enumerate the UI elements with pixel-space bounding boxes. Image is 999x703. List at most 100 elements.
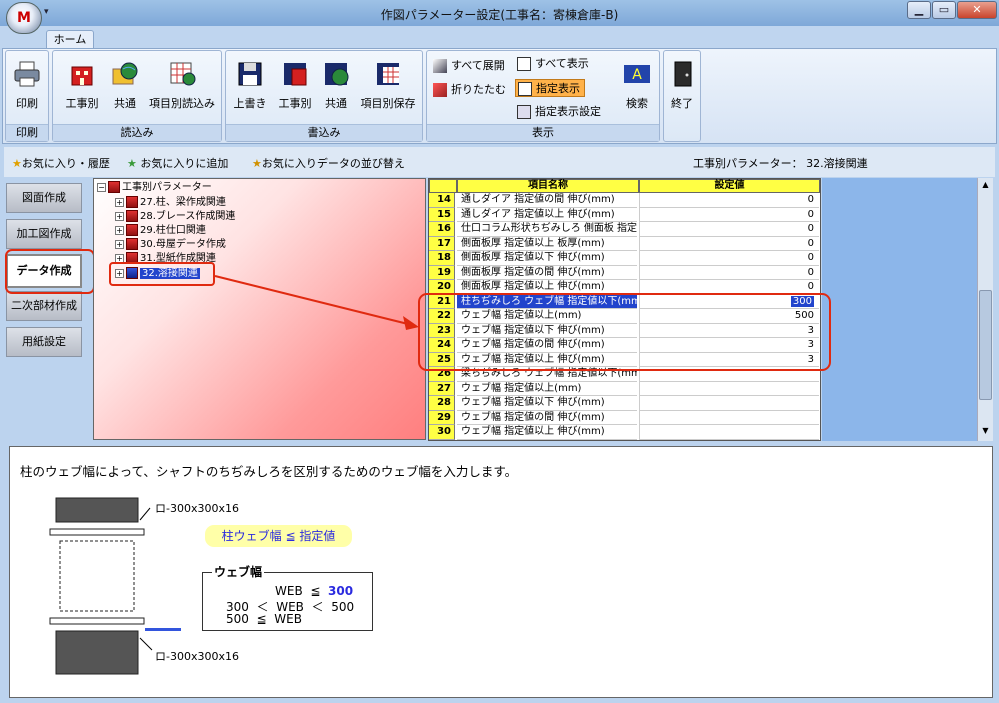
table-row[interactable]: 28 ウェブ幅 指定値以下 伸び(mm) <box>429 396 822 411</box>
grid-header-no <box>429 179 457 193</box>
favorites-sort-button[interactable]: ★お気に入りデータの並び替え <box>252 155 405 171</box>
web-label: WEB <box>275 584 303 598</box>
row-name: 通しダイア 指定値以上 伸び(mm) <box>457 208 637 222</box>
sidebar-item-fabrication[interactable]: 加工図作成 <box>6 219 82 249</box>
print-button[interactable]: 印刷 <box>6 59 48 111</box>
star-icon: ★ <box>12 157 22 170</box>
row-value-cell[interactable]: 0 <box>639 193 819 208</box>
group-load: 工事別 共通 項目別読込み 読込み <box>52 50 222 142</box>
load-by-item-button[interactable]: 項目別読込み <box>143 59 221 111</box>
save-project-button[interactable]: 工事別 <box>272 59 318 111</box>
threshold-value: 300 <box>328 584 354 598</box>
scroll-thumb[interactable] <box>979 290 992 400</box>
load-common-button[interactable]: 共通 <box>107 59 143 111</box>
row-value-cell[interactable] <box>639 410 819 425</box>
group-save: 上書き 工事別 共通 項目別保存 書込み <box>225 50 423 142</box>
expand-all-button[interactable]: すべて展開 <box>433 57 505 75</box>
row-value-cell[interactable] <box>639 381 819 396</box>
row-value-cell[interactable]: 0 <box>639 236 819 251</box>
scroll-down-icon[interactable]: ▼ <box>979 426 992 438</box>
overwrite-button[interactable]: 上書き <box>230 59 270 111</box>
table-row[interactable]: 16 仕口コラム形状ちぢみしろ 側面板 指定 0 <box>429 222 822 237</box>
upper-value: 500 <box>226 612 249 626</box>
display-settings-button[interactable]: 指定表示設定 <box>517 103 601 121</box>
expand-toggle-icon[interactable]: + <box>115 239 124 249</box>
tree-item[interactable]: +29.柱仕口関連 <box>115 224 206 238</box>
lt-sign: ＜ <box>311 600 324 614</box>
expand-toggle-icon[interactable]: + <box>115 197 124 207</box>
row-number: 28 <box>429 396 455 411</box>
sidebar-item-secondary[interactable]: 二次部材作成 <box>6 291 82 321</box>
app-menu-button[interactable]: M <box>6 2 42 34</box>
le-sign: ≦ <box>256 612 267 626</box>
tree-item[interactable]: +30.母屋データ作成 <box>115 238 226 252</box>
row-number: 30 <box>429 425 455 440</box>
row-value-cell[interactable] <box>639 396 819 411</box>
row-name: 側面板厚 指定値以上 板厚(mm) <box>457 237 637 251</box>
expand-toggle-icon[interactable]: + <box>115 225 124 235</box>
row-name: 仕口コラム形状ちぢみしろ 側面板 指定 <box>457 222 637 237</box>
row-value-cell[interactable]: 0 <box>639 251 819 266</box>
maximize-button[interactable]: ▭ <box>932 1 956 19</box>
table-row[interactable]: 18 側面板厚 指定値以下 伸び(mm) 0 <box>429 251 822 266</box>
show-selected-button[interactable]: 指定表示 <box>515 79 585 97</box>
pointer-arrow <box>214 275 419 330</box>
save-by-item-button[interactable]: 項目別保存 <box>354 59 422 111</box>
tree-item[interactable]: +27.柱、梁作成関連 <box>115 196 226 210</box>
bottom-section-label: ロ-300x300x16 <box>155 650 239 663</box>
floppy-globe-icon <box>325 63 349 86</box>
favorites-history-button[interactable]: ★お気に入り・履歴 <box>12 155 110 171</box>
tab-home[interactable]: ホーム <box>46 30 94 49</box>
favorites-add-button[interactable]: ★ お気に入りに追加 <box>127 155 228 171</box>
tree-item[interactable]: +28.ブレース作成関連 <box>115 210 235 224</box>
row-name: ウェブ幅 指定値以上(mm) <box>457 382 637 396</box>
row-value-cell[interactable] <box>639 425 819 440</box>
formula-box: 柱ウェブ幅 ≦ 指定値 <box>205 525 352 547</box>
row-value: 0 <box>807 237 814 249</box>
minimize-button[interactable]: ▁ <box>907 1 931 19</box>
tree-item-label: 30.母屋データ作成 <box>140 239 226 250</box>
tree-root[interactable]: − 工事別パラメーター <box>97 181 212 195</box>
row-value: 0 <box>807 266 814 278</box>
sidebar-item-paper[interactable]: 用紙設定 <box>6 327 82 357</box>
save-common-button[interactable]: 共通 <box>318 59 354 111</box>
param-icon <box>126 224 138 236</box>
row-name: ウェブ幅 指定値以下 伸び(mm) <box>457 396 637 411</box>
table-row[interactable]: 15 通しダイア 指定値以上 伸び(mm) 0 <box>429 207 822 222</box>
exit-button[interactable]: 終了 <box>664 59 700 111</box>
row-number: 16 <box>429 222 455 237</box>
table-row[interactable]: 27 ウェブ幅 指定値以上(mm) <box>429 381 822 396</box>
floppy-grid-icon <box>377 63 399 85</box>
collapse-toggle-icon[interactable]: − <box>97 182 106 192</box>
table-row[interactable]: 17 側面板厚 指定値以上 板厚(mm) 0 <box>429 236 822 251</box>
collapse-button[interactable]: 折りたたむ <box>433 81 506 99</box>
show-all-button[interactable]: すべて表示 <box>517 55 589 73</box>
scroll-up-icon[interactable]: ▲ <box>979 180 992 192</box>
row-value-cell[interactable]: 0 <box>639 222 819 237</box>
quick-access-dropdown[interactable]: ▾ <box>44 6 56 18</box>
table-row[interactable]: 14 通しダイア 指定値の間 伸び(mm) 0 <box>429 193 822 208</box>
save-common-label: 共通 <box>325 97 347 110</box>
table-row[interactable]: 30 ウェブ幅 指定値以上 伸び(mm) <box>429 425 822 440</box>
vertical-scrollbar[interactable]: ▲ ▼ <box>977 178 993 441</box>
row-number: 27 <box>429 381 455 396</box>
table-row[interactable]: 19 側面板厚 指定値の間 伸び(mm) 0 <box>429 265 822 280</box>
close-button[interactable]: ✕ <box>957 1 997 19</box>
tree-root-label: 工事別パラメーター <box>122 182 212 193</box>
save-by-item-label: 項目別保存 <box>360 97 416 110</box>
floppy-building-icon <box>284 63 307 86</box>
globe-folder-icon <box>112 62 138 85</box>
expand-toggle-icon[interactable]: + <box>115 211 124 221</box>
param-icon <box>126 238 138 250</box>
sidebar-item-drawing[interactable]: 図面作成 <box>6 183 82 213</box>
load-by-item-label: 項目別読込み <box>149 97 215 110</box>
search-button[interactable]: A 検索 <box>617 59 657 111</box>
row-number: 14 <box>429 193 455 208</box>
load-project-button[interactable]: 工事別 <box>57 59 107 111</box>
show-all-label: すべて表示 <box>535 57 589 70</box>
table-row[interactable]: 29 ウェブ幅 指定値の間 伸び(mm) <box>429 410 822 425</box>
current-parameter-label: 工事別パラメーター： <box>693 157 803 170</box>
row-value-cell[interactable]: 0 <box>639 265 819 280</box>
group-label-display: 表示 <box>427 124 659 141</box>
row-value-cell[interactable]: 0 <box>639 207 819 222</box>
